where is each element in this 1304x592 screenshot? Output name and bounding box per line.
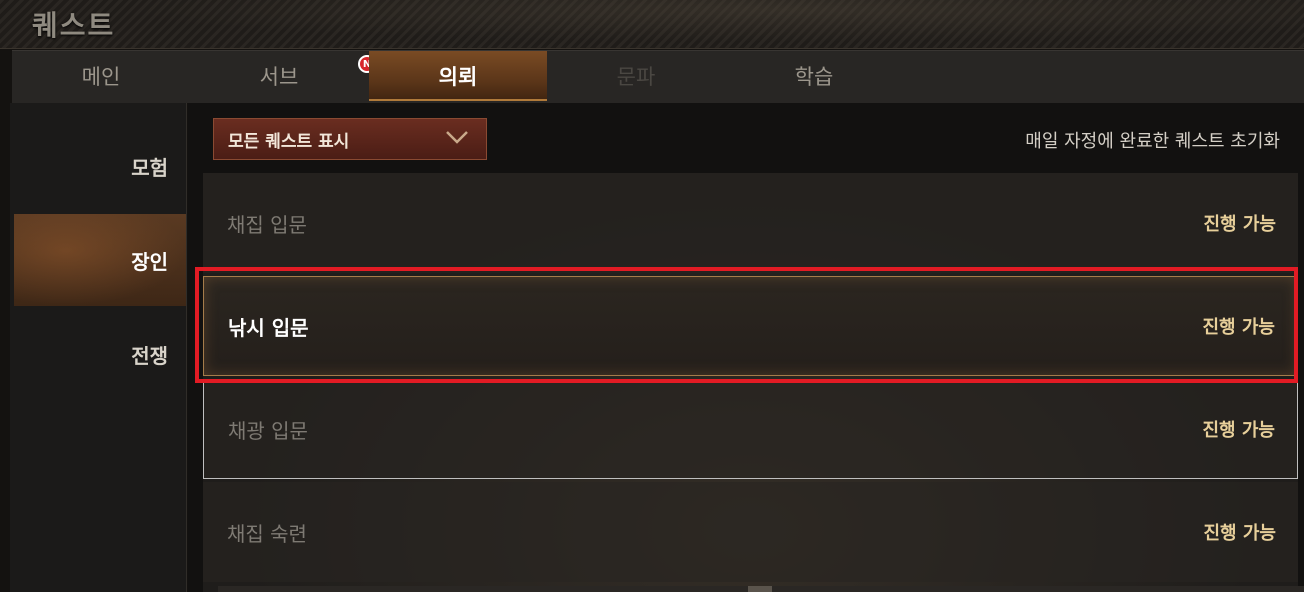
quest-row[interactable]: 채집 숙련 진행 가능	[203, 482, 1298, 582]
quest-list: 채집 입문 진행 가능 낚시 입문 진행 가능 채광 입문 진행 가능 채집 숙…	[203, 173, 1304, 592]
quest-main-panel: 모든 퀘스트 표시 매일 자정에 완료한 퀘스트 초기화 채집 입문 진행 가능…	[188, 103, 1304, 592]
quest-name: 채집 입문	[227, 212, 307, 237]
scrollbar-grip[interactable]	[748, 586, 772, 592]
quest-filter-dropdown[interactable]: 모든 퀘스트 표시	[213, 118, 487, 160]
tab-sub[interactable]: 서브	[190, 51, 368, 101]
tab-main[interactable]: 메인	[12, 51, 190, 101]
window-title: 퀘스트	[32, 9, 116, 42]
tab-bar: 메인 서브 N 의뢰 문파 학습	[12, 50, 1304, 103]
daily-reset-note: 매일 자정에 완료한 퀘스트 초기화	[1025, 131, 1280, 152]
chevron-down-icon	[446, 131, 468, 144]
quest-status: 진행 가능	[1203, 523, 1276, 544]
window-title-bar: 퀘스트	[0, 0, 1304, 49]
quest-status: 진행 가능	[1203, 214, 1276, 235]
quest-name: 낚시 입문	[228, 315, 309, 340]
category-sidebar: 모험 장인 전쟁	[10, 103, 187, 592]
quest-name: 채집 숙련	[227, 521, 307, 546]
category-adventure[interactable]: 모험	[14, 120, 186, 212]
tab-request[interactable]: 의뢰	[369, 51, 547, 101]
quest-status: 진행 가능	[1202, 420, 1275, 441]
category-craftsman[interactable]: 장인	[14, 214, 186, 306]
quest-row[interactable]: 채집 입문 진행 가능	[203, 173, 1298, 273]
quest-name: 채광 입문	[228, 418, 308, 443]
quest-row-selected[interactable]: 낚시 입문 진행 가능	[203, 276, 1298, 376]
list-scrollbar[interactable]	[218, 586, 1304, 592]
tab-learning[interactable]: 학습	[725, 51, 903, 101]
quest-row[interactable]: 채광 입문 진행 가능	[203, 379, 1298, 479]
quest-filter-value: 모든 퀘스트 표시	[228, 131, 350, 152]
category-war[interactable]: 전쟁	[14, 308, 186, 400]
tab-guild[interactable]: 문파	[547, 51, 725, 101]
quest-status: 진행 가능	[1202, 317, 1275, 338]
